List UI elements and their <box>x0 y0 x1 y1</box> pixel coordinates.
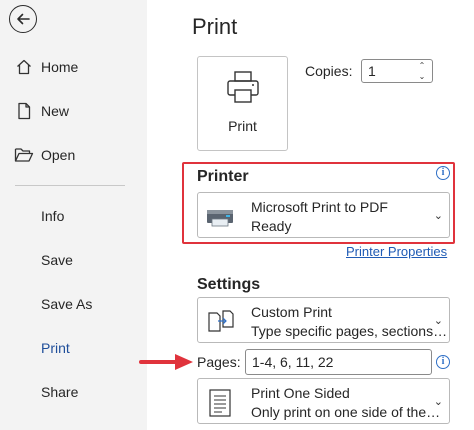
chevron-up-icon[interactable]: ⌃ <box>419 61 426 70</box>
print-sides-dropdown[interactable]: Print One Sided Only print on one side o… <box>197 378 450 424</box>
home-icon <box>14 57 34 77</box>
chevron-down-icon: ⌄ <box>433 315 443 327</box>
sidebar-item-new[interactable]: New <box>0 93 147 129</box>
new-document-icon <box>14 101 34 121</box>
settings-heading: Settings <box>197 276 261 293</box>
sidebar-item-label: Info <box>41 208 65 224</box>
chevron-down-icon: ⌄ <box>433 396 443 408</box>
printer-name: Microsoft Print to PDF <box>251 199 388 215</box>
chevron-down-icon[interactable]: ⌄ <box>419 72 426 81</box>
backstage-sidebar: Home New Open Info Save Save As Print Sh… <box>0 0 147 430</box>
printer-status: Ready <box>251 218 292 234</box>
printer-dropdown[interactable]: Microsoft Print to PDF Ready ⌄ <box>197 192 450 238</box>
sidebar-item-share[interactable]: Share <box>0 374 147 410</box>
copies-stepper[interactable]: 1 ⌃ ⌄ <box>361 59 433 83</box>
info-icon[interactable]: i <box>436 355 450 369</box>
info-icon[interactable]: i <box>436 166 450 180</box>
sidebar-item-print[interactable]: Print <box>0 330 147 366</box>
printer-device-icon <box>207 210 233 227</box>
sidebar-item-label: Save <box>41 252 73 268</box>
back-button[interactable] <box>9 5 37 33</box>
copies-spinner[interactable]: ⌃ ⌄ <box>417 61 427 81</box>
sidebar-item-label: Open <box>41 147 76 163</box>
print-button[interactable]: Print <box>197 56 288 151</box>
page-title: Print <box>192 14 238 39</box>
folder-open-icon <box>14 145 34 165</box>
chevron-down-icon: ⌄ <box>433 210 443 222</box>
one-sided-page-icon <box>209 389 231 417</box>
custom-pages-icon <box>208 310 234 332</box>
printer-heading: Printer <box>197 168 249 185</box>
copies-label: Copies: <box>305 63 353 79</box>
copies-value: 1 <box>368 63 376 79</box>
sidebar-item-label: Home <box>41 59 79 75</box>
print-range-dropdown[interactable]: Custom Print Type specific pages, sectio… <box>197 297 450 343</box>
sidebar-item-save[interactable]: Save <box>0 242 147 278</box>
sidebar-divider <box>15 185 125 186</box>
printer-icon <box>227 71 259 103</box>
red-arrow-icon <box>139 354 193 370</box>
arrow-left-icon <box>17 13 30 25</box>
sidebar-item-home[interactable]: Home <box>0 49 147 85</box>
pages-input[interactable]: 1-4, 6, 11, 22 <box>245 349 432 375</box>
sidebar-item-label: Print <box>41 340 70 356</box>
sidebar-item-save-as[interactable]: Save As <box>0 286 147 322</box>
print-range-subtitle: Type specific pages, sections… <box>251 323 448 339</box>
sidebar-item-open[interactable]: Open <box>0 137 147 173</box>
print-button-label: Print <box>228 118 257 134</box>
sidebar-item-info[interactable]: Info <box>0 198 147 234</box>
sidebar-item-label: Share <box>41 384 79 400</box>
sidebar-item-label: Save As <box>41 296 93 312</box>
sidebar-item-label: New <box>41 103 70 119</box>
print-sides-subtitle: Only print on one side of the… <box>251 404 441 420</box>
printer-properties-link[interactable]: Printer Properties <box>346 244 447 259</box>
pages-label: Pages: <box>197 354 241 370</box>
print-sides-title: Print One Sided <box>251 385 350 401</box>
print-range-title: Custom Print <box>251 304 332 320</box>
